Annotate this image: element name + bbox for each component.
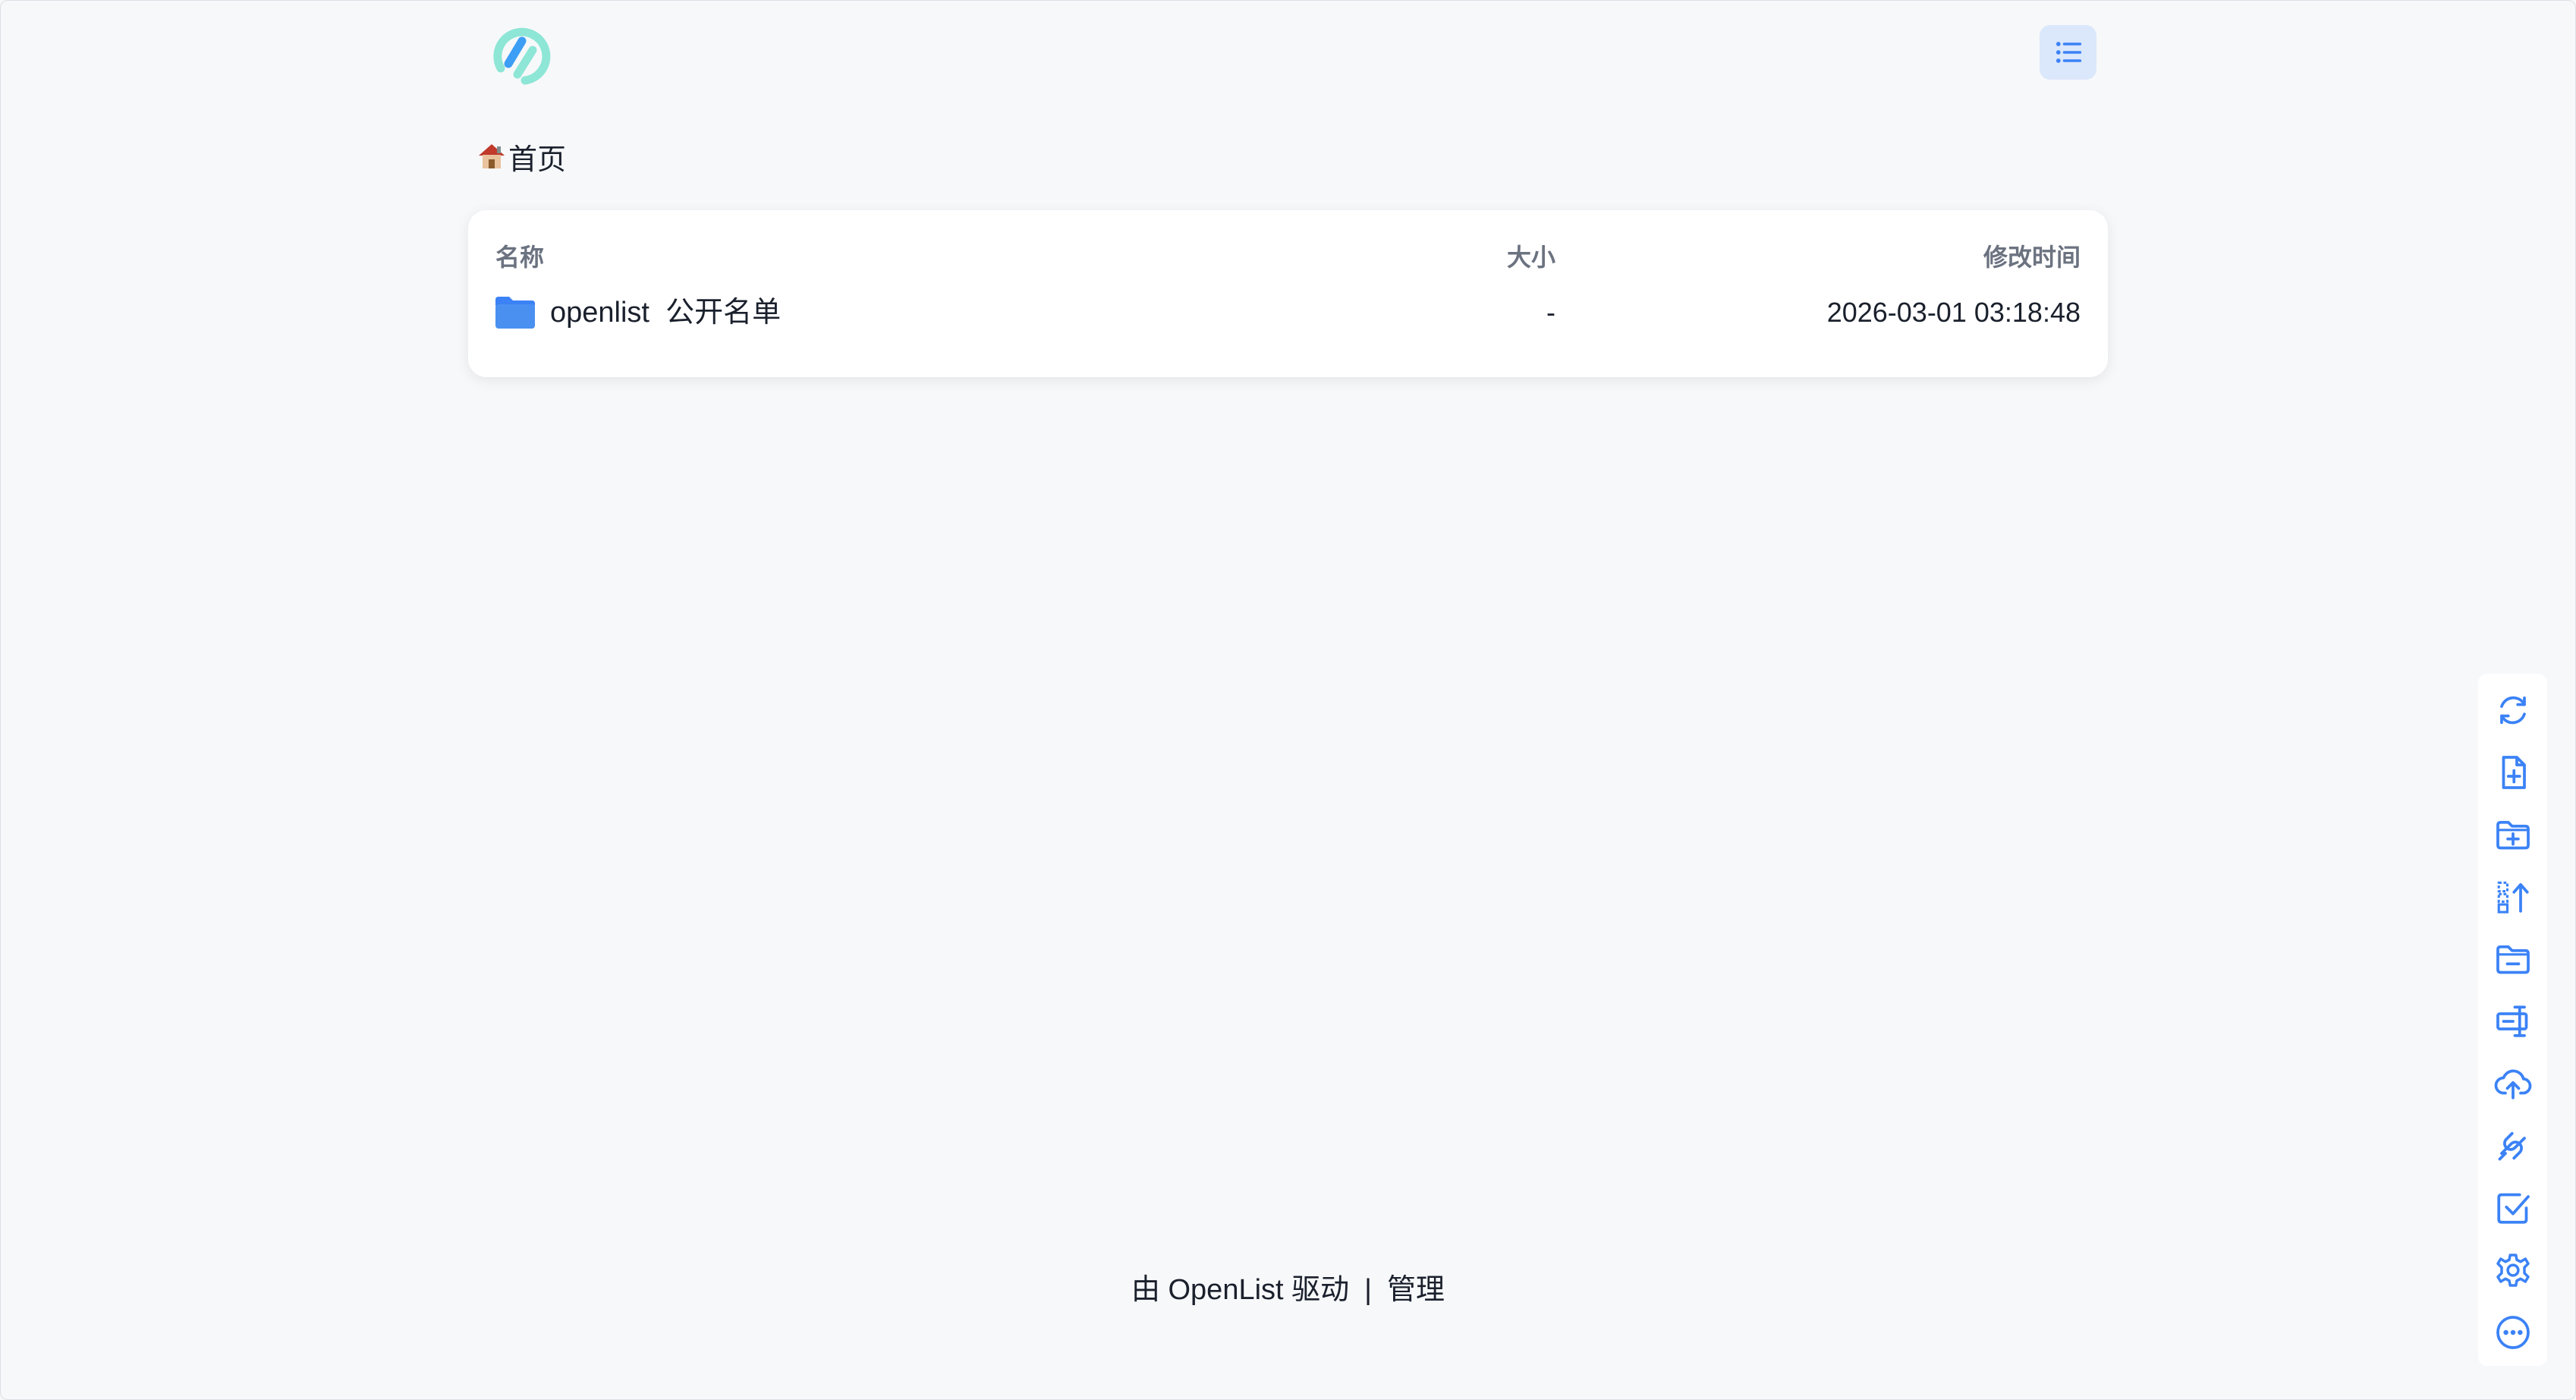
admin-link[interactable]: 管理 bbox=[1387, 1274, 1445, 1306]
new-file-button[interactable] bbox=[2493, 753, 2533, 792]
breadcrumb-home-link[interactable]: 首页 bbox=[508, 136, 566, 178]
new-folder-icon bbox=[2496, 820, 2530, 850]
file-row[interactable]: openlist 公开名单 - 2026-03-01 03:18:48 bbox=[468, 294, 2108, 365]
upload-button[interactable] bbox=[2493, 1064, 2533, 1103]
file-name[interactable]: openlist 公开名单 bbox=[550, 294, 781, 332]
settings-button[interactable] bbox=[2493, 1251, 2533, 1290]
folder-minus-icon bbox=[2496, 945, 2530, 974]
openlist-logo-icon[interactable] bbox=[486, 20, 554, 88]
more-button[interactable] bbox=[2493, 1313, 2533, 1352]
offline-download-button[interactable] bbox=[2493, 1126, 2533, 1166]
right-toolbar bbox=[2478, 674, 2547, 1366]
cloud-upload-icon bbox=[2494, 1069, 2532, 1100]
more-icon bbox=[2496, 1316, 2530, 1349]
offline-download-link-icon bbox=[2498, 1131, 2526, 1161]
sort-button[interactable] bbox=[2493, 877, 2533, 917]
refresh-button[interactable] bbox=[2493, 691, 2533, 730]
new-folder-button[interactable] bbox=[2493, 815, 2533, 854]
refresh-icon bbox=[2500, 696, 2526, 725]
list-icon bbox=[2055, 42, 2081, 63]
column-header-modified[interactable]: 修改时间 bbox=[1983, 238, 2081, 273]
rename-icon bbox=[2496, 1005, 2528, 1037]
footer: 由 OpenList 驱动 | 管理 bbox=[0, 1266, 2576, 1307]
column-header-size[interactable]: 大小 bbox=[1507, 238, 1555, 273]
rename-button[interactable] bbox=[2493, 1002, 2533, 1041]
select-mode-button[interactable] bbox=[2493, 1188, 2533, 1228]
file-modified: 2026-03-01 03:18:48 bbox=[1826, 297, 2081, 328]
column-header-name[interactable]: 名称 bbox=[495, 238, 544, 273]
powered-by-link[interactable]: 由 OpenList 驱动 bbox=[1131, 1274, 1349, 1306]
settings-gear-icon bbox=[2496, 1254, 2530, 1287]
house-icon bbox=[477, 141, 507, 171]
folder-icon bbox=[495, 297, 535, 329]
sort-upload-icon bbox=[2497, 881, 2529, 914]
breadcrumb: 首页 bbox=[477, 135, 566, 178]
file-size: - bbox=[1546, 297, 1555, 328]
file-list: 名称 大小 修改时间 openlist 公开名单 - 2026-03-01 03… bbox=[468, 210, 2108, 377]
delete-folder-button[interactable] bbox=[2493, 939, 2533, 979]
footer-separator: | bbox=[1364, 1274, 1373, 1306]
new-file-icon bbox=[2502, 756, 2526, 789]
layout-toggle-button[interactable] bbox=[2040, 25, 2096, 80]
checkbox-icon bbox=[2497, 1193, 2530, 1224]
